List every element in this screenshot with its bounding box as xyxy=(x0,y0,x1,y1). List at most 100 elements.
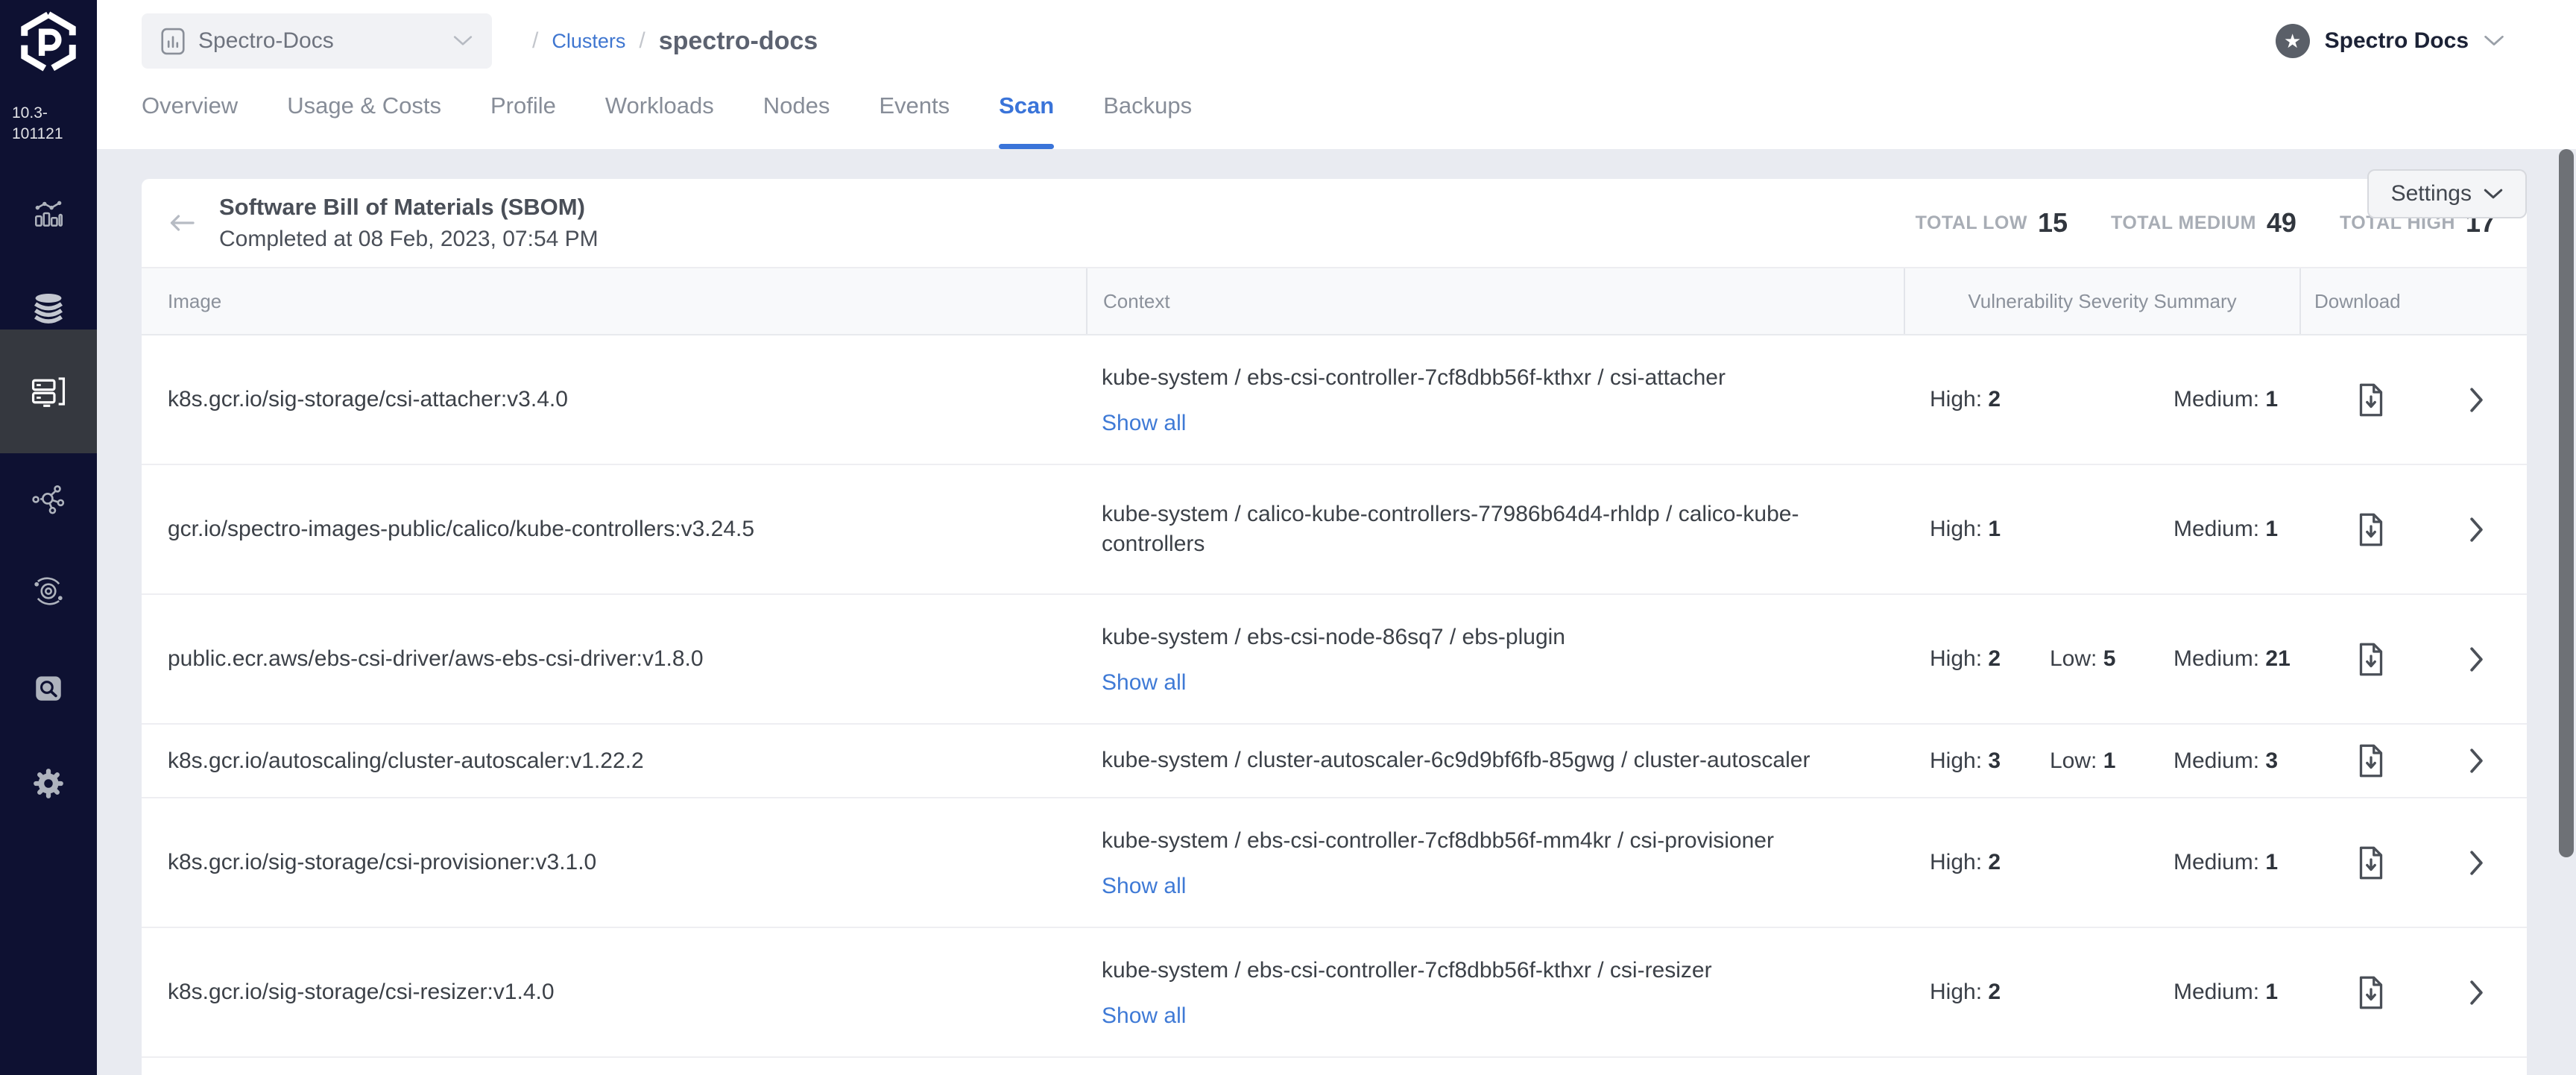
severity-medium: Medium: 21 xyxy=(2174,646,2291,672)
settings-button[interactable]: Settings xyxy=(2367,169,2527,218)
tab-profile[interactable]: Profile xyxy=(490,82,556,149)
row-expand-chevron[interactable] xyxy=(2469,748,2484,774)
context-cell: kube-system / ebs-csi-controller-7cf8dbb… xyxy=(1086,928,1904,1056)
chevron-right-icon xyxy=(2469,646,2484,672)
image-cell: k8s.gcr.io/autoscaling/cluster-autoscale… xyxy=(142,725,1086,797)
download-sbom-button[interactable] xyxy=(2358,744,2384,778)
settings-gear-icon xyxy=(31,766,66,801)
context-text: kube-system / ebs-csi-controller-7cf8dbb… xyxy=(1102,956,1854,986)
sidebar: 10.3-101121 xyxy=(0,0,97,1075)
context-cell: kube-system / ebs-csi-controller-7cf8dbb… xyxy=(1086,798,1904,927)
topbar: Spectro-Docs / Clusters / spectro-docs ★… xyxy=(97,0,2576,149)
severity-medium: Medium: 1 xyxy=(2174,980,2278,1005)
file-download-icon xyxy=(2358,513,2384,546)
row-expand-chevron[interactable] xyxy=(2469,850,2484,876)
sidebar-item-audit-logs[interactable] xyxy=(0,640,97,737)
tab-nodes[interactable]: Nodes xyxy=(763,82,830,149)
settings-button-label: Settings xyxy=(2391,181,2472,207)
file-download-icon xyxy=(2358,846,2384,880)
show-all-link[interactable]: Show all xyxy=(1102,874,1186,899)
table-row[interactable]: k8s.gcr.io/sig-storage/csi-resizer:v1.4.… xyxy=(142,928,2527,1058)
sidebar-item-settings[interactable] xyxy=(0,735,97,832)
table-row[interactable]: gcr.io/spectro-images-public/calico/kube… xyxy=(142,465,2527,595)
tab-overview[interactable]: Overview xyxy=(142,82,238,149)
tab-scan[interactable]: Scan xyxy=(999,82,1054,149)
workspaces-icon xyxy=(31,482,66,517)
sbom-table-body: k8s.gcr.io/sig-storage/csi-attacher:v3.4… xyxy=(142,335,2527,1058)
column-header-context: Context xyxy=(1086,268,1904,334)
scan-completed-timestamp: Completed at 08 Feb, 2023, 07:54 PM xyxy=(219,227,599,252)
context-cell: kube-system / calico-kube-controllers-77… xyxy=(1086,465,1904,593)
tab-events[interactable]: Events xyxy=(879,82,950,149)
image-cell: k8s.gcr.io/sig-storage/csi-resizer:v1.4.… xyxy=(142,928,1086,1056)
severity-high: High: 2 xyxy=(1930,850,2050,875)
show-all-link[interactable]: Show all xyxy=(1102,670,1186,696)
tenant-avatar-star-icon: ★ xyxy=(2276,24,2310,58)
column-header-image: Image xyxy=(142,268,1086,334)
table-row[interactable]: k8s.gcr.io/autoscaling/cluster-autoscale… xyxy=(142,725,2527,798)
arrow-left-icon xyxy=(168,213,195,233)
breadcrumb-current: spectro-docs xyxy=(659,27,818,56)
download-sbom-button[interactable] xyxy=(2358,846,2384,880)
project-selector-label: Spectro-Docs xyxy=(198,28,334,54)
app-version: 10.3-101121 xyxy=(0,103,97,145)
chevron-right-icon xyxy=(2469,517,2484,543)
context-text: kube-system / cluster-autoscaler-6c9d9bf… xyxy=(1102,745,1854,776)
chevron-right-icon xyxy=(2469,387,2484,413)
back-button[interactable] xyxy=(161,202,203,244)
vertical-scrollbar[interactable] xyxy=(2559,149,2574,857)
sbom-card: Software Bill of Materials (SBOM) Comple… xyxy=(142,179,2527,1075)
file-download-icon xyxy=(2358,976,2384,1009)
tenant-menu[interactable]: ★ Spectro Docs xyxy=(2276,24,2576,58)
context-text: kube-system / ebs-csi-controller-7cf8dbb… xyxy=(1102,826,1854,857)
audit-logs-icon xyxy=(31,671,66,705)
sidebar-item-dashboard[interactable] xyxy=(0,165,97,262)
severity-summary-cell: High: 1 Medium: 1 xyxy=(1904,465,2299,593)
severity-summary-cell: High: 2 Medium: 1 xyxy=(1904,798,2299,927)
download-sbom-button[interactable] xyxy=(2358,643,2384,676)
row-expand-chevron[interactable] xyxy=(2469,980,2484,1006)
severity-low: Low: 1 xyxy=(2050,748,2174,774)
clusters-icon xyxy=(30,373,67,410)
show-all-link[interactable]: Show all xyxy=(1102,411,1186,436)
severity-medium: Medium: 1 xyxy=(2174,387,2278,412)
severity-high: High: 2 xyxy=(1930,646,2050,672)
row-expand-chevron[interactable] xyxy=(2469,646,2484,672)
sidebar-item-workspaces[interactable] xyxy=(0,451,97,548)
project-selector[interactable]: Spectro-Docs xyxy=(142,13,492,69)
sidebar-item-system[interactable] xyxy=(0,543,97,640)
total-low: TOTAL LOW 15 xyxy=(1916,207,2068,239)
show-all-link[interactable]: Show all xyxy=(1102,1003,1186,1029)
image-cell: k8s.gcr.io/sig-storage/csi-attacher:v3.4… xyxy=(142,335,1086,464)
severity-summary-cell: High: 3 Low: 1 Medium: 3 xyxy=(1904,725,2299,797)
row-expand-chevron[interactable] xyxy=(2469,517,2484,543)
severity-summary-cell: High: 2 Medium: 1 xyxy=(1904,928,2299,1056)
cluster-profiles-icon xyxy=(31,289,66,325)
table-row[interactable]: public.ecr.aws/ebs-csi-driver/aws-ebs-cs… xyxy=(142,595,2527,725)
column-header-severity: Vulnerability Severity Summary xyxy=(1904,268,2299,334)
tab-usage-costs[interactable]: Usage & Costs xyxy=(287,82,441,149)
context-cell: kube-system / cluster-autoscaler-6c9d9bf… xyxy=(1086,725,1904,797)
breadcrumb-clusters-link[interactable]: Clusters xyxy=(552,30,625,53)
severity-high: High: 3 xyxy=(1930,748,2050,774)
tab-backups[interactable]: Backups xyxy=(1103,82,1192,149)
breadcrumb-separator: / xyxy=(532,28,538,54)
sidebar-item-clusters[interactable] xyxy=(0,330,97,453)
download-sbom-button[interactable] xyxy=(2358,383,2384,417)
severity-high: High: 2 xyxy=(1930,387,2050,412)
download-sbom-button[interactable] xyxy=(2358,513,2384,546)
severity-high: High: 1 xyxy=(1930,517,2050,542)
context-cell: kube-system / ebs-csi-node-86sq7 / ebs-p… xyxy=(1086,595,1904,723)
table-row[interactable]: k8s.gcr.io/sig-storage/csi-provisioner:v… xyxy=(142,798,2527,928)
file-download-icon xyxy=(2358,744,2384,778)
tab-workloads[interactable]: Workloads xyxy=(605,82,714,149)
palette-logo[interactable] xyxy=(0,0,97,75)
row-expand-chevron[interactable] xyxy=(2469,387,2484,413)
table-row[interactable]: k8s.gcr.io/sig-storage/csi-attacher:v3.4… xyxy=(142,335,2527,465)
system-icon xyxy=(31,573,66,609)
download-sbom-button[interactable] xyxy=(2358,976,2384,1009)
severity-medium: Medium: 1 xyxy=(2174,850,2278,875)
context-cell: kube-system / ebs-csi-controller-7cf8dbb… xyxy=(1086,335,1904,464)
chevron-down-icon xyxy=(2484,35,2504,47)
image-cell: k8s.gcr.io/sig-storage/csi-provisioner:v… xyxy=(142,798,1086,927)
